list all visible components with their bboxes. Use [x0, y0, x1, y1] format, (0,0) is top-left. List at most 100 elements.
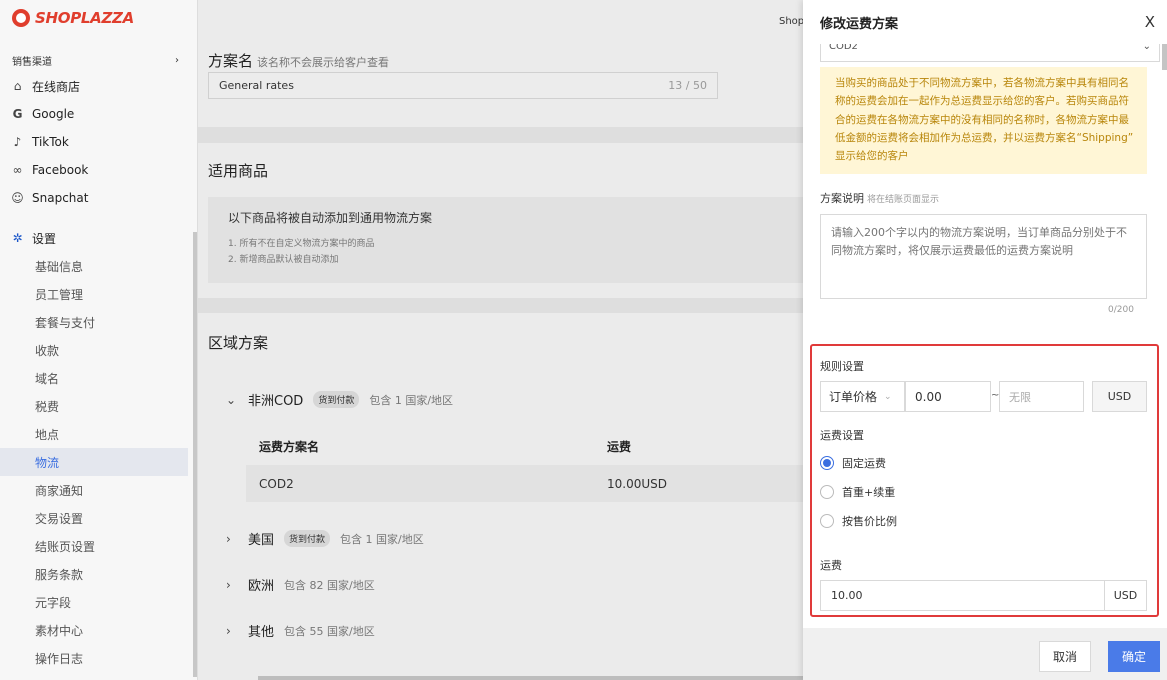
sidebar-sub-item-activity-log[interactable]: 操作日志 — [0, 644, 188, 672]
plan-name-input[interactable]: General rates 13 / 50 — [208, 72, 718, 99]
zone-name: 欧洲 — [248, 579, 275, 594]
sales-channel-section[interactable]: 销售渠道 › — [0, 48, 197, 72]
applicable-products-title: 适用商品 — [208, 162, 269, 180]
confirm-button[interactable]: 确定 — [1108, 641, 1160, 672]
fee-value: 10.00 — [831, 589, 863, 602]
applicable-note: 2. 新增商品默认被自动添加 — [228, 255, 339, 265]
google-icon: G — [12, 107, 23, 121]
sidebar-item-label: TikTok — [32, 135, 69, 149]
brand-logo[interactable]: SHOPLAZZA — [0, 0, 197, 36]
plan-name-counter: 13 / 50 — [668, 79, 707, 92]
zone-country-count: 包含 1 国家/地区 — [369, 393, 454, 407]
plan-name-hint: 该名称不会展示给客户查看 — [257, 56, 390, 69]
applicable-products-head: 以下商品将被自动添加到通用物流方案 — [228, 211, 433, 225]
radio-unchecked-icon — [820, 514, 834, 528]
fee-settings-label: 运费设置 — [820, 429, 864, 442]
close-icon[interactable]: X — [1145, 13, 1155, 31]
sidebar-sub-item-payments[interactable]: 收款 — [0, 336, 188, 364]
zone-name: 非洲COD — [248, 394, 304, 409]
drawer-header: 修改运费方案 X — [803, 0, 1167, 44]
gear-icon: ✲ — [12, 231, 23, 245]
sidebar-sub-item-plan-payment[interactable]: 套餐与支付 — [0, 308, 188, 336]
radio-label: 首重+续重 — [842, 486, 896, 499]
sidebar-item-label: 在线商店 — [32, 79, 81, 94]
description-label: 方案说明 将在结账页面显示 — [820, 192, 940, 205]
sidebar-item-settings[interactable]: ✲ 设置 — [0, 224, 197, 252]
sidebar: SHOPLAZZA 销售渠道 › ⌂ 在线商店 G Google ♪ TikTo… — [0, 0, 198, 680]
max-value-input[interactable]: 无限 — [999, 381, 1084, 412]
rate-table: 运费方案名 运费 COD2 10.00USD — [246, 428, 803, 502]
sidebar-sub-item-domains[interactable]: 域名 — [0, 364, 188, 392]
brand-name: SHOPLAZZA — [35, 9, 134, 27]
sidebar-sub-item-metafields[interactable]: 元字段 — [0, 588, 188, 616]
fee-label: 运费 — [820, 559, 842, 572]
zone-country-count: 包含 1 国家/地区 — [340, 532, 424, 546]
rule-settings-label: 规则设置 — [820, 360, 864, 373]
meta-icon: ∞ — [12, 163, 23, 177]
radio-weight-based[interactable]: 首重+续重 — [820, 484, 895, 500]
sidebar-sub-item-files[interactable]: 素材中心 — [0, 616, 188, 644]
sidebar-sub-item-policies[interactable]: 服务条款 — [0, 560, 188, 588]
zone-row-europe[interactable]: › 欧洲 包含 82 国家/地区 — [226, 575, 375, 595]
description-textarea[interactable] — [820, 214, 1147, 299]
sidebar-sub-item-checkout-settings[interactable]: 交易设置 — [0, 504, 188, 532]
zone-name: 其他 — [248, 625, 275, 640]
zone-country-count: 包含 82 国家/地区 — [284, 578, 375, 592]
plan-name-label: 方案名 该名称不会展示给客户查看 — [208, 52, 390, 70]
zone-name: 美国 — [248, 533, 275, 548]
sidebar-sub-item-notifications[interactable]: 商家通知 — [0, 476, 188, 504]
fee-input[interactable]: 10.00 USD — [820, 580, 1147, 611]
snapchat-icon: ☺ — [11, 191, 24, 205]
edit-rate-drawer: COD2 ⌄ 修改运费方案 X 当购买的商品处于不同物流方案中，若各物流方案中具… — [803, 0, 1167, 680]
table-row[interactable]: COD2 10.00USD — [246, 465, 803, 502]
min-value-input[interactable]: 0.00 — [905, 381, 991, 412]
cod-badge: 货到付款 — [284, 530, 331, 547]
sidebar-item-label: Google — [32, 107, 75, 121]
zone-row-usa[interactable]: › 美国 货到付款 包含 1 国家/地区 — [226, 529, 424, 548]
sidebar-sub-item-shipping[interactable]: 物流 — [0, 448, 188, 476]
sidebar-item-label: Facebook — [32, 163, 89, 177]
radio-price-ratio[interactable]: 按售价比例 — [820, 513, 897, 529]
sidebar-item-facebook[interactable]: ∞ Facebook — [0, 156, 197, 184]
horizontal-scrollbar[interactable] — [258, 676, 803, 680]
radio-label: 固定运费 — [842, 457, 886, 470]
sidebar-item-tiktok[interactable]: ♪ TikTok — [0, 128, 197, 156]
sidebar-sub-item-basic-info[interactable]: 基础信息 — [0, 252, 188, 280]
radio-checked-icon — [820, 456, 834, 470]
cod-badge: 货到付款 — [313, 391, 360, 408]
currency-label: USD — [1092, 381, 1147, 412]
sidebar-sub-item-staff[interactable]: 员工管理 — [0, 280, 188, 308]
logo-icon — [12, 9, 30, 27]
radio-fixed-fee[interactable]: 固定运费 — [820, 455, 886, 471]
main-content: 方案名 该名称不会展示给客户查看 General rates 13 / 50 适用… — [198, 0, 803, 680]
zone-row-other[interactable]: › 其他 包含 55 国家/地区 — [226, 621, 375, 641]
plan-name-value: General rates — [219, 79, 294, 92]
rate-table-header: 运费方案名 运费 — [246, 428, 803, 465]
merge-rule-notice: 当购买的商品处于不同物流方案中，若各物流方案中具有相同名称的运费会加在一起作为总… — [820, 67, 1147, 174]
tiktok-icon: ♪ — [13, 135, 22, 149]
sidebar-scrollbar[interactable] — [193, 232, 197, 677]
drawer-scrollbar[interactable] — [1162, 44, 1167, 70]
sidebar-sub-item-locations[interactable]: 地点 — [0, 420, 188, 448]
zones-title: 区域方案 — [208, 334, 269, 352]
zone-country-count: 包含 55 国家/地区 — [284, 624, 375, 638]
condition-select[interactable]: 订单价格 ⌄ — [820, 381, 905, 412]
chevron-down-icon: ⌄ — [226, 392, 237, 407]
chevron-down-icon: ⌄ — [884, 391, 892, 402]
sidebar-sub-item-taxes[interactable]: 税费 — [0, 392, 188, 420]
sidebar-item-label: Snapchat — [32, 191, 89, 205]
applicable-products-info: 以下商品将被自动添加到通用物流方案 1. 所有不在自定义物流方案中的商品 2. … — [208, 197, 803, 283]
sidebar-item-label: 设置 — [32, 231, 57, 246]
chevron-right-icon: › — [175, 54, 179, 66]
zone-row-africa-cod[interactable]: ⌄ 非洲COD 货到付款 包含 1 国家/地区 — [226, 390, 453, 409]
drawer-footer: 取消 确定 — [803, 628, 1167, 680]
radio-label: 按售价比例 — [842, 515, 897, 528]
rate-fee-cell: 10.00USD — [607, 476, 667, 491]
radio-unchecked-icon — [820, 485, 834, 499]
sidebar-item-online-store[interactable]: ⌂ 在线商店 — [0, 72, 197, 100]
cancel-button[interactable]: 取消 — [1039, 641, 1091, 672]
sidebar-sub-item-checkout-page[interactable]: 结账页设置 — [0, 532, 188, 560]
section-label: 销售渠道 — [12, 56, 52, 68]
sidebar-item-google[interactable]: G Google — [0, 100, 197, 128]
sidebar-item-snapchat[interactable]: ☺ Snapchat — [0, 184, 197, 212]
